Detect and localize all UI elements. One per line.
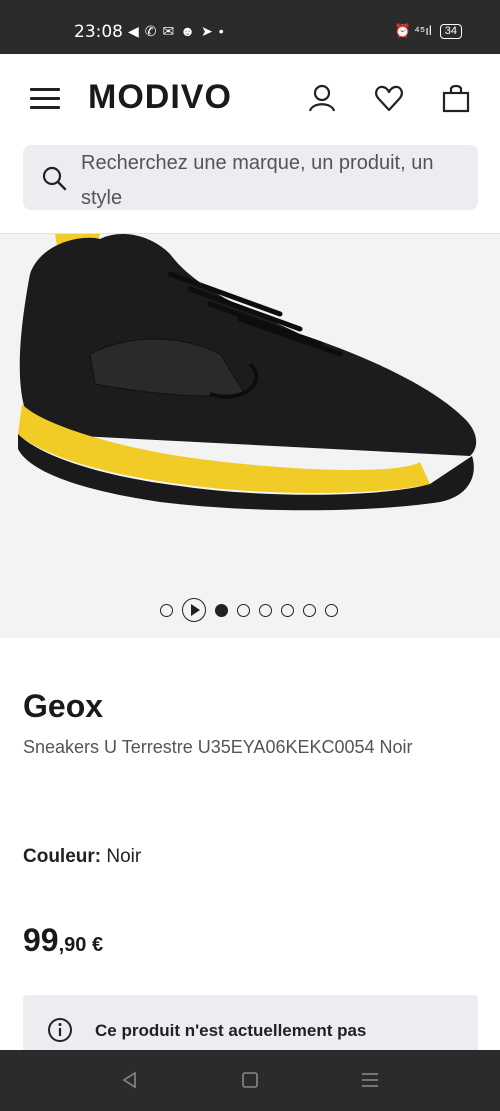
price-decimal: ,90 €: [58, 934, 104, 956]
product-color: Couleur: Noir: [23, 846, 141, 868]
app-icon: ☻: [180, 23, 195, 39]
product-price: 99,90 €: [23, 922, 103, 959]
home-icon[interactable]: [238, 1068, 262, 1092]
status-time: 23:08: [74, 22, 123, 42]
signal-icon: ⏰ ⁴⁵ıl: [394, 23, 432, 38]
info-icon: [48, 1018, 72, 1042]
whatsapp-icon: ✆: [144, 23, 157, 39]
user-icon[interactable]: [306, 82, 338, 114]
site-header: MODIVO: [0, 54, 500, 144]
availability-notice: Ce produit n'est actuellement pas: [23, 995, 478, 1053]
messenger-icon: ➤: [200, 23, 213, 39]
product-brand[interactable]: Geox: [23, 688, 103, 725]
gallery-dot[interactable]: [160, 603, 173, 617]
mail-icon: ✉: [162, 23, 175, 39]
more-dot-icon: •: [218, 23, 224, 39]
heart-icon[interactable]: [373, 82, 405, 114]
play-video-icon[interactable]: [182, 598, 206, 622]
notice-text: Ce produit n'est actuellement pas: [95, 1021, 367, 1040]
telegram-icon: ◀: [128, 23, 139, 39]
system-nav-bar: [0, 1050, 500, 1111]
color-value: Noir: [106, 846, 142, 867]
system-indicators: ⏰ ⁴⁵ıl 34: [394, 23, 462, 39]
search-input[interactable]: Recherchez une marque, un produit, un st…: [23, 145, 478, 210]
gallery-pagination: [160, 598, 338, 622]
site-logo[interactable]: MODIVO: [88, 78, 232, 117]
notification-icons: ◀ ✆ ✉ ☻ ➤ •: [128, 23, 224, 40]
search-icon: [42, 166, 67, 191]
gallery-dot[interactable]: [325, 603, 338, 617]
gallery-dot-active[interactable]: [215, 603, 228, 617]
back-icon[interactable]: [118, 1068, 142, 1092]
recents-icon[interactable]: [358, 1068, 382, 1092]
search-placeholder: Recherchez une marque, un produit, un st…: [81, 152, 434, 209]
price-integer: 99: [23, 922, 59, 958]
battery-icon: 34: [439, 23, 462, 39]
product-name: Sneakers U Terrestre U35EYA06KEKC0054 No…: [23, 737, 413, 757]
bag-icon[interactable]: [440, 82, 472, 114]
gallery-dot[interactable]: [281, 603, 294, 617]
product-gallery[interactable]: [0, 233, 500, 638]
gallery-dot[interactable]: [259, 603, 272, 617]
product-image: [18, 234, 477, 511]
color-label: Couleur:: [23, 846, 102, 867]
menu-icon[interactable]: [30, 88, 60, 110]
gallery-dot[interactable]: [237, 603, 250, 617]
gallery-dot[interactable]: [303, 603, 316, 617]
status-bar: 23:08 ◀ ✆ ✉ ☻ ➤ • ⏰ ⁴⁵ıl 34: [0, 0, 500, 54]
